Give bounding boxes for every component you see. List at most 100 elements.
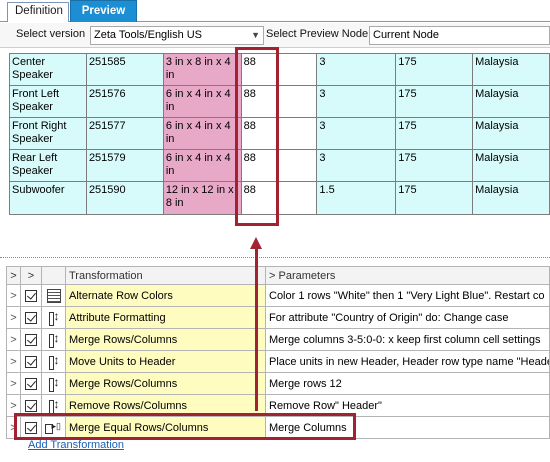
checkbox-checked-icon[interactable] [25,399,37,412]
version-select[interactable]: Zeta Tools/English US ▼ [90,26,264,45]
table-cell: 3 [316,117,397,150]
table-row: Subwoofer 251590 12 in x 12 in x 8 in 88… [9,181,550,215]
table-cell: Rear Left Speaker [9,149,87,182]
table-cell: Front Right Speaker [9,117,87,150]
preview-table: Center Speaker 251585 3 in x 8 in x 4 in… [9,53,550,215]
transformation-name[interactable]: Move Units to Header [65,350,266,373]
table-cell: 6 in x 4 in x 4 in [162,117,242,150]
chevron-down-icon[interactable]: ▼ [251,27,260,44]
attribute-format-icon [47,309,61,326]
table-cell: Malaysia [472,85,550,118]
header-expand-2: > [20,266,42,285]
transformation-params[interactable]: Merge columns 3-5:0-0: x keep first colu… [265,328,550,351]
table-cell: 175 [395,181,474,215]
row-checkbox[interactable] [20,284,42,307]
row-checkbox[interactable] [20,328,42,351]
table-cell: Front Left Speaker [9,85,87,118]
transformation-name[interactable]: Merge Rows/Columns [65,328,266,351]
transformation-row[interactable]: > Move Units to Header Place units in ne… [6,350,550,373]
tab-definition[interactable]: Definition [7,2,69,22]
checkbox-checked-icon[interactable] [25,311,37,324]
arrow-up-icon [250,237,262,249]
transformation-params[interactable]: Place units in new Header, Header row ty… [265,350,550,373]
table-cell: 175 [395,53,474,86]
table-cell: 3 in x 8 in x 4 in [162,53,242,86]
transformation-name[interactable]: Alternate Row Colors [65,284,266,307]
header-expand: > [6,266,21,285]
checkbox-checked-icon[interactable] [25,289,37,302]
expand-toggle[interactable]: > [6,350,21,373]
pane-splitter[interactable] [0,257,550,258]
preview-node-select-value: Current Node [373,29,440,41]
preview-node-select[interactable]: Current Node [369,26,550,45]
table-row: Front Right Speaker 251577 6 in x 4 in x… [9,117,550,150]
merge-rows-icon [47,375,61,392]
preview-toolbar: Select version Zeta Tools/English US ▼ S… [0,23,550,48]
row-icon-cell [41,372,66,395]
table-cell: 175 [395,85,474,118]
alternate-rows-icon [46,288,61,303]
table-cell: 6 in x 4 in x 4 in [162,149,242,182]
expand-toggle[interactable]: > [6,328,21,351]
table-cell: 251590 [85,181,164,215]
checkbox-checked-icon[interactable] [25,355,37,368]
column-highlight-box [235,47,279,226]
transformation-row[interactable]: > Merge Rows/Columns Merge columns 3-5:0… [6,328,550,351]
row-checkbox[interactable] [20,306,42,329]
table-cell: 6 in x 4 in x 4 in [162,85,242,118]
select-version-label: Select version [16,28,86,40]
header-params-expand: > [269,269,276,282]
table-cell: Malaysia [472,181,550,215]
table-cell: 3 [316,149,397,182]
transformation-name[interactable]: Merge Rows/Columns [65,372,266,395]
transformation-row[interactable]: > Attribute Formatting For attribute "Co… [6,306,550,329]
transformation-params[interactable]: Merge rows 12 [265,372,550,395]
table-cell: 3 [316,53,397,86]
table-cell: Subwoofer [9,181,87,215]
row-icon-cell [41,284,66,307]
transformation-row[interactable]: > Merge Rows/Columns Merge rows 12 [6,372,550,395]
checkbox-checked-icon[interactable] [25,377,37,390]
merge-rows-icon [47,331,61,348]
table-cell: Malaysia [472,117,550,150]
header-parameters[interactable]: > Parameters [265,266,550,285]
add-transformation-link[interactable]: Add Transformation [28,439,124,451]
table-cell: Malaysia [472,149,550,182]
tab-bar: Definition Preview [0,0,550,22]
transformation-params[interactable]: For attribute "Country of Origin" do: Ch… [265,306,550,329]
select-preview-node-label: Select Preview Node [266,28,369,40]
table-row: Rear Left Speaker 251579 6 in x 4 in x 4… [9,149,550,182]
table-row: Center Speaker 251585 3 in x 8 in x 4 in… [9,53,550,86]
transformation-name[interactable]: Attribute Formatting [65,306,266,329]
table-cell: 251577 [85,117,164,150]
row-checkbox[interactable] [20,350,42,373]
remove-rows-icon [47,397,61,414]
table-cell: 1.5 [316,181,397,215]
table-cell: 251579 [85,149,164,182]
table-cell: 3 [316,85,397,118]
expand-toggle[interactable]: > [6,372,21,395]
header-parameters-label: Parameters [278,269,336,282]
header-icon-col [41,266,66,285]
row-icon-cell [41,306,66,329]
header-transformation[interactable]: Transformation [65,266,266,285]
transformation-row[interactable]: > Alternate Row Colors Color 1 rows "Whi… [6,284,550,307]
version-select-value: Zeta Tools/English US [94,29,203,41]
table-cell: Malaysia [472,53,550,86]
expand-toggle[interactable]: > [6,306,21,329]
row-checkbox[interactable] [20,372,42,395]
row-highlight-box [14,413,356,440]
table-cell: 251585 [85,53,164,86]
arrow-shaft [255,248,258,411]
table-cell: 175 [395,149,474,182]
table-cell: 251576 [85,85,164,118]
table-cell: 12 in x 12 in x 8 in [162,181,242,215]
tab-preview[interactable]: Preview [70,0,137,22]
table-row: Front Left Speaker 251576 6 in x 4 in x … [9,85,550,118]
transformation-params[interactable]: Color 1 rows "White" then 1 "Very Light … [265,284,550,307]
row-icon-cell [41,350,66,373]
table-cell: Center Speaker [9,53,87,86]
row-icon-cell [41,328,66,351]
expand-toggle[interactable]: > [6,284,21,307]
checkbox-checked-icon[interactable] [25,333,37,346]
